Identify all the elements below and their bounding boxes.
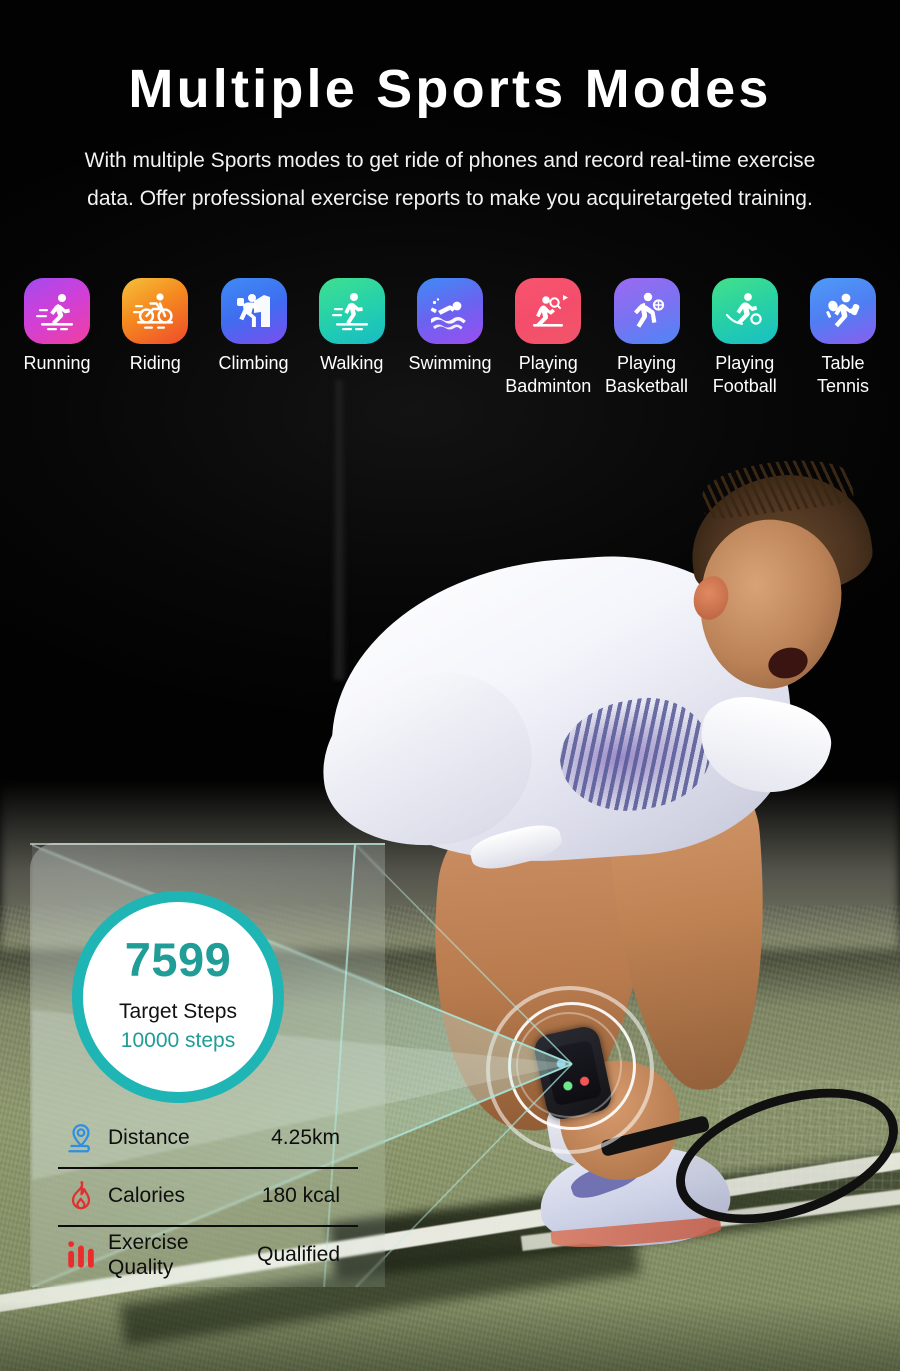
step-count-value: 7599 bbox=[124, 932, 232, 986]
sport-label-football: Playing Football bbox=[712, 353, 777, 397]
flame-icon bbox=[58, 1179, 104, 1213]
step-progress-ring: 7599 Target Steps 10000 steps bbox=[72, 891, 284, 1103]
sport-mode-climbing[interactable]: Climbing bbox=[205, 278, 303, 375]
bar-chart-icon bbox=[58, 1238, 104, 1272]
stat-value-calories: 180 kcal bbox=[261, 1184, 340, 1208]
page-subtitle: With multiple Sports modes to get ride o… bbox=[84, 149, 816, 211]
stat-label-calories: Calories bbox=[108, 1184, 186, 1208]
sport-mode-riding[interactable]: Riding bbox=[106, 278, 204, 375]
climbing-icon bbox=[220, 278, 287, 344]
sport-mode-running[interactable]: Running bbox=[8, 278, 106, 375]
stat-value-exercise-quality: Qualified bbox=[257, 1243, 340, 1267]
sport-label-riding: Riding bbox=[129, 353, 181, 373]
step-count-label: Target Steps bbox=[119, 999, 237, 1023]
sport-label-running: Running bbox=[23, 353, 91, 373]
stat-row-calories: Calories 180 kcal bbox=[58, 1169, 358, 1227]
stat-label-distance: Distance bbox=[108, 1126, 190, 1150]
sport-label-badminton-swimming: Swimming bbox=[408, 353, 492, 373]
walking-icon bbox=[318, 278, 385, 344]
sport-mode-swimming[interactable]: Swimming bbox=[401, 278, 499, 375]
sport-mode-football[interactable]: Playing Football bbox=[696, 278, 794, 398]
badminton-icon bbox=[515, 278, 582, 344]
product-feature-page: 7599 Target Steps 10000 steps Distance 4… bbox=[0, 0, 900, 1371]
basketball-icon bbox=[613, 278, 680, 344]
sport-mode-table-tennis[interactable]: Table Tennis bbox=[794, 278, 892, 398]
cycling-icon bbox=[122, 278, 189, 344]
running-icon bbox=[24, 278, 90, 344]
sport-label-badminton: Playing Badminton bbox=[505, 353, 592, 397]
sport-mode-basketball[interactable]: Playing Basketball bbox=[598, 278, 696, 398]
sport-mode-walking[interactable]: Walking bbox=[303, 278, 401, 375]
location-pin-icon bbox=[58, 1121, 104, 1155]
stat-row-distance: Distance 4.25km bbox=[58, 1111, 358, 1169]
football-icon bbox=[711, 278, 778, 344]
header-section: Multiple Sports Modes With multiple Spor… bbox=[0, 0, 900, 420]
table-tennis-icon bbox=[810, 278, 876, 344]
stat-row-exercise-quality: Exercise Quality Qualified bbox=[58, 1227, 358, 1285]
sport-label-table-tennis: Table Tennis bbox=[816, 353, 870, 397]
sport-label-climbing: Climbing bbox=[218, 353, 289, 373]
stat-value-distance: 4.25km bbox=[271, 1126, 340, 1150]
glass-panel-top-edge bbox=[30, 843, 385, 845]
swimming-icon bbox=[417, 278, 483, 344]
sports-modes-list: Running Riding Climbing Walking Swimming… bbox=[0, 278, 900, 398]
sport-mode-badminton[interactable]: Playing Badminton bbox=[499, 278, 597, 398]
stat-rows: Distance 4.25km Calories 180 kcal Exerci… bbox=[58, 1111, 358, 1285]
stat-label-exercise-quality: Exercise Quality bbox=[108, 1230, 189, 1279]
sport-label-basketball: Playing Basketball bbox=[604, 353, 689, 397]
sport-label-walking: Walking bbox=[320, 353, 384, 373]
page-title: Multiple Sports Modes bbox=[128, 59, 772, 119]
step-goal-value: 10000 steps bbox=[120, 1028, 236, 1052]
fitness-stats-panel: 7599 Target Steps 10000 steps Distance 4… bbox=[30, 843, 385, 1287]
